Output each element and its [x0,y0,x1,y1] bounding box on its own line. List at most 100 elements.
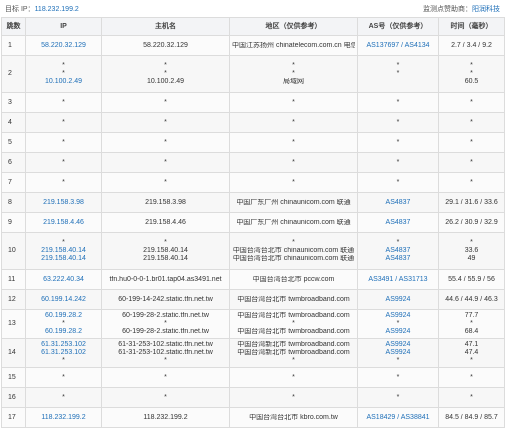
hop-cell: 10 [1,232,26,270]
region-value: * [292,357,295,364]
as-value[interactable]: AS9924 [360,341,436,349]
as-value[interactable]: AS4837 [360,199,436,207]
ip-value[interactable]: 219.158.40.14 [28,255,99,263]
region-cell: * [229,172,358,193]
table-row: 9 219.158.4.46 219.158.4.46 中国广东广州 chinauni… [1,212,505,233]
as-cell: * [357,152,439,173]
time-cell: * [438,152,505,173]
region-value: * [292,62,295,69]
as-cell: * [357,132,439,153]
hop-cell: 9 [1,212,26,233]
as-value[interactable]: AS9924 [360,312,436,320]
hostname-value: * [164,320,167,327]
ip-cell: * [25,172,102,193]
ip-cell: * * 10.100.2.49 [25,55,102,93]
as-cell: * [357,172,439,193]
ip-value[interactable]: 63.222.40.34 [28,276,99,284]
time-value: 60.5 [464,78,479,85]
as-value[interactable]: AS3491 / AS31713 [360,276,436,284]
table-row: 1 58.220.32.129 58.220.32.129 中国江苏扬州 chinat… [1,35,505,56]
region-cell: 中国台湾台北市 twmbroadband.com * 中国台湾台北市 twmbroa… [229,309,358,339]
hostname-value: 219.158.4.46 [145,218,186,226]
top-bar: 目标 IP：118.232.199.2 监测点赞助商：阳润科技 [0,0,505,17]
hop-cell: 1 [1,35,26,56]
ip-value[interactable]: 60.199.28.2 [28,312,99,320]
ip-value[interactable]: 219.158.4.46 [28,219,99,227]
time-value: * [470,158,473,166]
ip-value: * [62,98,65,106]
ip-value: * [62,373,65,381]
hop-cell: 4 [1,112,26,133]
ip-value[interactable]: 118.232.199.2 [28,414,99,422]
as-value[interactable]: AS9924 [360,296,436,304]
time-cell: * [438,112,505,133]
hostname-cell: 61-31-253-102.static.tfn.net.tw 61-31-253… [101,338,230,368]
ip-value[interactable]: 10.100.2.49 [28,78,99,86]
hostname-cell: * [101,112,230,133]
hostname-value: 61-31-253-102.static.tfn.net.tw [118,341,213,348]
hop-cell: 13 [1,309,26,339]
target-ip-link[interactable]: 118.232.199.2 [35,6,79,13]
ip-cell: * [25,132,102,153]
monitor-vendor-link[interactable]: 阳润科技 [472,6,500,13]
region-cell: 中国台湾台北市 pccw.com [229,269,358,290]
time-value: * [470,239,473,246]
hop-cell: 3 [1,92,26,113]
as-value[interactable]: AS4837 [360,219,436,227]
ip-value[interactable]: 61.31.253.102 [28,341,99,349]
time-value: 44.6 / 44.9 / 46.3 [445,295,498,303]
table-row: 14 61.31.253.102 61.31.253.102 * 61-31-253-1… [1,338,505,368]
hostname-cell: * [101,132,230,153]
hostname-value: * [164,239,167,246]
ip-value[interactable]: 58.220.32.129 [28,42,99,50]
as-value[interactable]: AS9924 [360,328,436,336]
as-cell: AS4837 [357,192,439,213]
ip-cell: 63.222.40.34 [25,269,102,290]
as-value[interactable]: AS137697 / AS4134 [360,42,436,50]
region-value: 中国台湾台北市 twmbroadband.com [237,328,350,335]
region-value: * [292,393,295,401]
as-value[interactable]: AS4837 [360,247,436,255]
as-value: * [396,320,400,327]
time-value: 68.4 [464,328,479,335]
hostname-cell: * [101,92,230,113]
region-value: 中国广东广州 chinaunicom.com 联通 [236,198,351,206]
region-cell: * [229,387,358,408]
time-value: 33.6 [464,247,479,254]
region-value: * [292,158,295,166]
ip-value: * [62,118,65,126]
time-value: 49 [467,255,476,262]
as-value[interactable]: AS4837 [360,255,436,263]
hostname-cell: * 219.158.40.14 219.158.40.14 [101,232,230,270]
as-value: * [396,138,400,146]
region-value: 中国广东广州 chinaunicom.com 联通 [236,218,351,226]
monitor-sponsor: 监测点赞助商：阳润科技 [423,4,500,14]
ip-cell: 61.31.253.102 61.31.253.102 * [25,338,102,368]
hop-cell: 11 [1,269,26,290]
hostname-cell: 58.220.32.129 [101,35,230,56]
ip-value[interactable]: 61.31.253.102 [28,349,99,357]
hostname-value: * [164,158,167,166]
hostname-value: * [164,178,167,186]
ip-value[interactable]: 60.199.14.242 [28,296,99,304]
region-cell: * 中国台湾台北市 chinaunicom.com 联通 中国台湾台北市 china… [229,232,358,270]
ip-value[interactable]: 219.158.40.14 [28,247,99,255]
hop-cell: 14 [1,338,26,368]
ip-value: * [62,393,65,401]
time-value: * [470,118,473,126]
region-value: 中国台湾新北市 twmbroadband.com [237,349,350,356]
as-cell: * AS4837 AS4837 [357,232,439,270]
ip-value[interactable]: 219.158.3.98 [28,199,99,207]
time-value: 84.5 / 84.9 / 85.7 [445,413,498,421]
as-cell: * * [357,55,439,93]
as-value: * [396,393,400,401]
hostname-value: * [164,70,167,77]
time-cell: 26.2 / 30.9 / 32.9 [438,212,505,233]
region-cell: * [229,367,358,388]
time-cell: 47.1 47.4 * [438,338,505,368]
table-row: 17 118.232.199.2 118.232.199.2 中国台湾台北市 kbro… [1,407,505,428]
time-cell: * [438,92,505,113]
as-value[interactable]: AS18429 / AS38841 [360,414,436,422]
ip-value[interactable]: 60.199.28.2 [28,328,99,336]
as-value[interactable]: AS9924 [360,349,436,357]
